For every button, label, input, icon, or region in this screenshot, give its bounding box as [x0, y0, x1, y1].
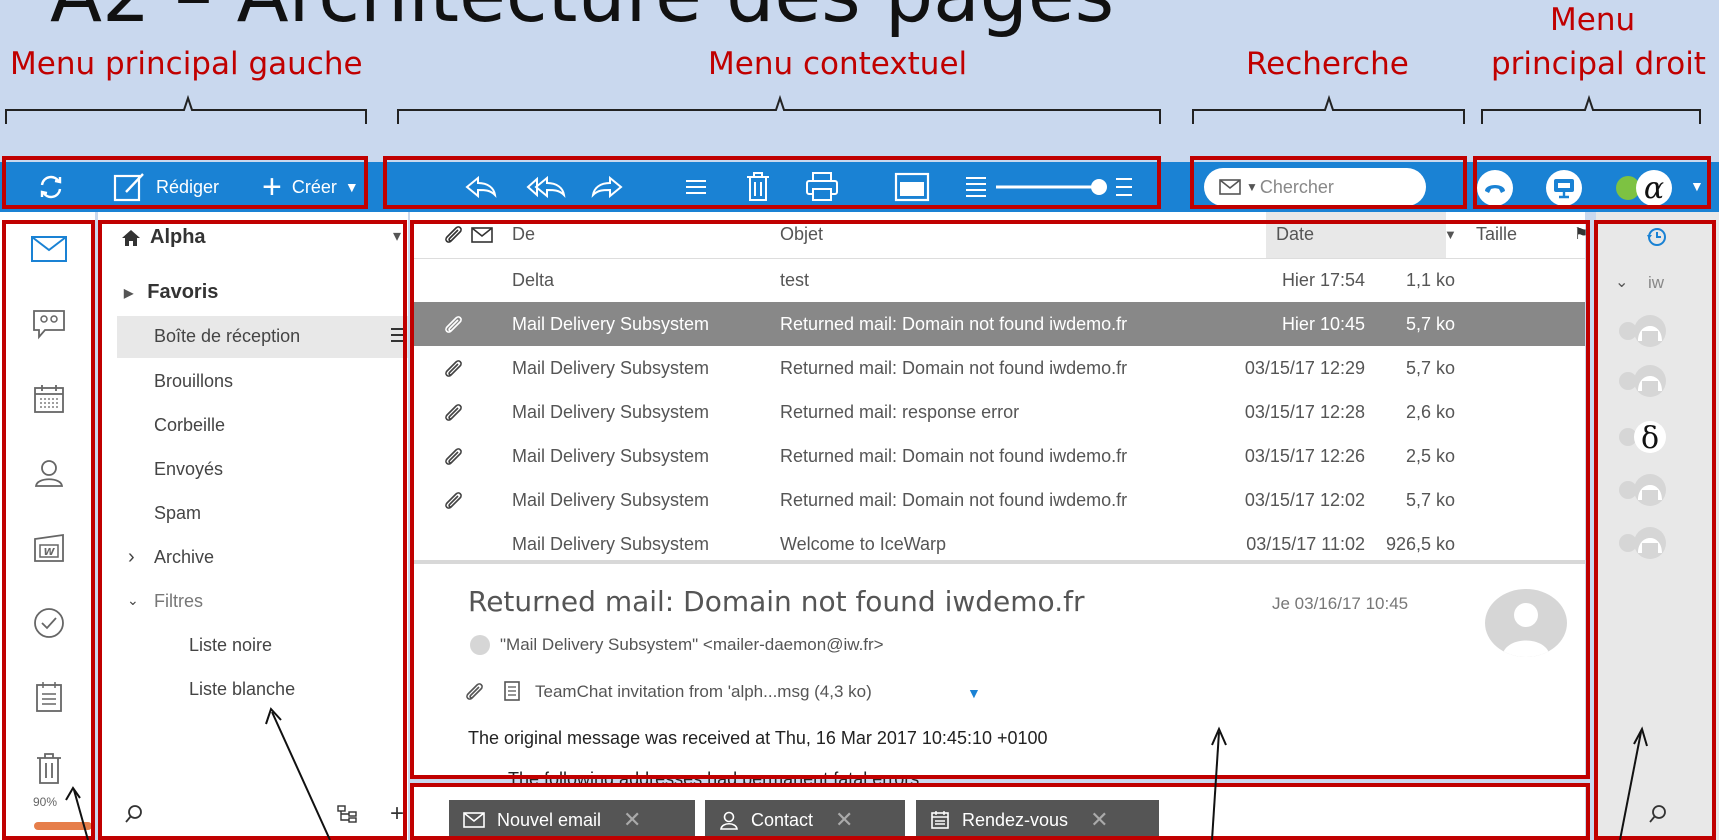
- annotation-arrows: [65, 707, 1648, 840]
